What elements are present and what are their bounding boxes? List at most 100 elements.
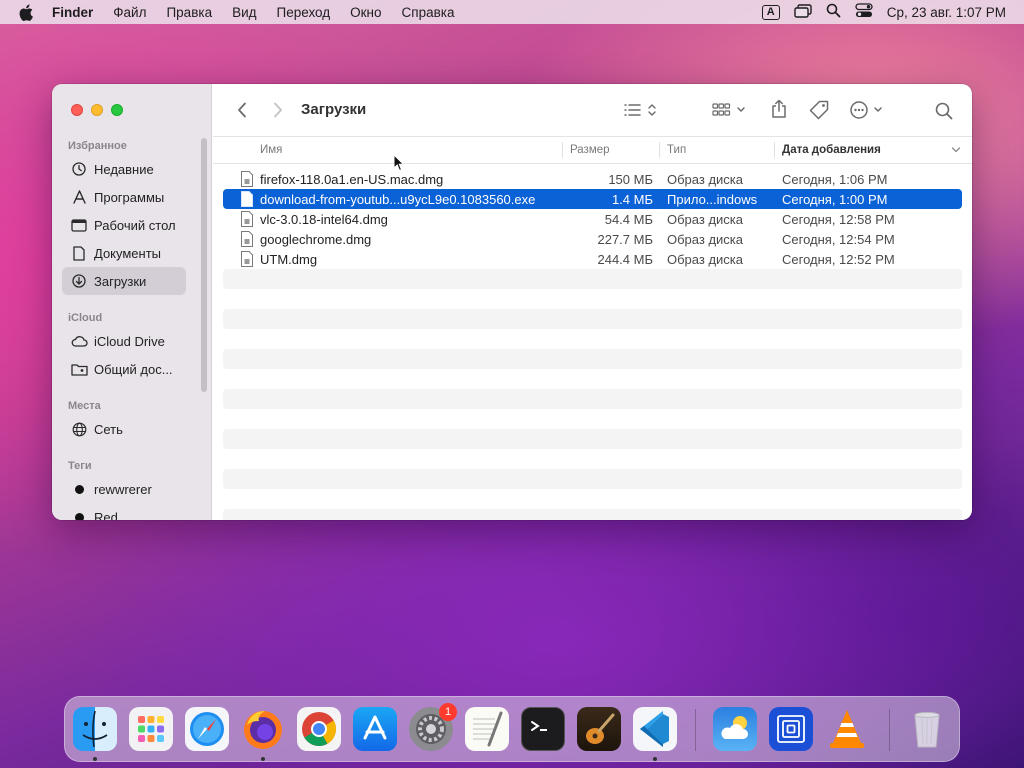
file-row[interactable]: UTM.dmg 244.4 МБ Образ диска Сегодня, 12… [223,249,962,269]
menu-edit[interactable]: Правка [156,5,222,20]
file-row[interactable]: download-from-youtub...u9ycL9e0.1083560.… [223,189,962,209]
utm-icon[interactable] [769,707,813,751]
running-indicator [261,757,265,761]
sidebar-item-icloud-drive[interactable]: iCloud Drive [62,327,186,355]
menu-view[interactable]: Вид [222,5,266,20]
terminal-icon[interactable] [521,707,565,751]
file-date-added: Сегодня, 12:54 PM [782,231,895,247]
chrome-icon[interactable] [297,707,341,751]
tag-icon[interactable] [807,98,831,122]
column-header-kind[interactable]: Тип [667,137,686,163]
file-kind: Образ диска [667,251,743,267]
file-date-added: Сегодня, 1:00 PM [782,191,888,207]
sort-chevron-icon[interactable] [951,137,961,163]
more-actions-icon[interactable] [849,98,887,122]
file-size: 150 МБ [608,171,653,187]
sidebar-section-favorites: Избранное [68,140,127,152]
textedit-icon[interactable] [465,707,509,751]
launchpad-icon[interactable] [129,707,173,751]
file-row[interactable]: vlc-3.0.18-intel64.dmg 54.4 МБ Образ дис… [223,209,962,229]
zoom-window-button[interactable] [111,104,123,116]
view-list-icon[interactable] [623,99,659,121]
sidebar-item-tag[interactable]: rewwrerer [62,475,186,503]
finder-window: Избранное Недавние Программы Рабочий сто… [52,84,972,520]
back-icon[interactable] [233,100,251,120]
file-date-added: Сегодня, 12:52 PM [782,251,895,267]
group-by-icon[interactable] [711,99,749,121]
applications-icon [70,190,88,204]
sidebar-item-recents[interactable]: Недавние [62,155,186,183]
file-kind: Прило...indows [667,191,758,207]
menu-window[interactable]: Окно [340,5,391,20]
system-settings-icon[interactable]: 1 [409,703,457,751]
file-row[interactable]: firefox-118.0a1.en-US.mac.dmg 150 МБ Обр… [223,169,962,189]
column-divider[interactable] [562,142,563,158]
empty-row [223,429,962,449]
file-row[interactable]: googlechrome.dmg 227.7 МБ Образ диска Се… [223,229,962,249]
finder-icon[interactable] [73,707,117,751]
sidebar-item-label: Рабочий стол [94,217,176,233]
column-header-name[interactable]: Имя [260,137,282,163]
sidebar-item-label: Недавние [94,161,154,177]
menu-clock[interactable]: Ср, 23 авг. 1:07 PM [887,5,1006,20]
download-icon [70,274,88,288]
empty-row [223,369,962,389]
running-indicator [653,757,657,761]
network-icon [70,422,88,437]
sidebar-item-desktop[interactable]: Рабочий стол [62,211,186,239]
sidebar-item-label: Red [94,509,118,521]
empty-row [223,449,962,469]
file-size: 1.4 МБ [611,191,653,207]
empty-row [223,309,962,329]
sidebar-item-tag[interactable]: Red [62,503,186,520]
screen-mirroring-icon[interactable] [794,3,812,21]
sidebar-item-label: Общий дос... [94,361,173,377]
vlc-icon[interactable] [825,707,869,751]
sidebar-item-label: Сеть [94,421,123,437]
spotlight-icon[interactable] [826,3,841,21]
sidebar-item-shared[interactable]: Общий дос... [62,355,186,383]
menu-bar: Finder Файл Правка Вид Переход Окно Спра… [0,0,1024,24]
weather-icon[interactable] [713,707,757,751]
menu-app-name[interactable]: Finder [52,5,103,20]
list-header: Имя Размер Тип Дата добавления [213,136,972,164]
sidebar-item-label: Программы [94,189,165,205]
running-indicator [93,757,97,761]
vscode-icon[interactable] [633,707,677,751]
sidebar-item-applications[interactable]: Программы [62,183,186,211]
apple-menu-icon[interactable] [0,4,52,21]
garageband-icon[interactable] [577,707,621,751]
menu-go[interactable]: Переход [267,5,341,20]
share-icon[interactable] [769,97,789,121]
dmg-file-icon [241,211,253,227]
forward-icon[interactable] [269,100,287,120]
column-header-size[interactable]: Размер [570,137,610,163]
column-header-date-added[interactable]: Дата добавления [782,137,881,163]
sidebar-item-documents[interactable]: Документы [62,239,186,267]
sidebar-scrollbar[interactable] [201,138,207,392]
control-center-icon[interactable] [855,3,873,21]
empty-row [223,329,962,349]
app-store-icon[interactable] [353,707,397,751]
column-divider[interactable] [774,142,775,158]
toolbar: Загрузки [213,84,972,136]
close-window-button[interactable] [71,104,83,116]
column-divider[interactable] [659,142,660,158]
firefox-icon[interactable] [241,707,285,751]
empty-row [223,489,962,509]
search-icon[interactable] [933,100,955,122]
menu-file[interactable]: Файл [103,5,156,20]
sidebar-item-downloads[interactable]: Загрузки [62,267,186,295]
menu-help[interactable]: Справка [392,5,465,20]
file-kind: Образ диска [667,231,743,247]
trash-icon[interactable] [905,707,949,751]
sidebar-item-label: rewwrerer [94,481,152,497]
sidebar-item-network[interactable]: Сеть [62,415,186,443]
clock-icon [70,162,88,176]
minimize-window-button[interactable] [91,104,103,116]
sidebar-section-locations: Места [68,400,101,412]
window-controls [71,104,123,116]
input-source-icon[interactable]: A [761,4,780,20]
file-size: 54.4 МБ [604,211,653,227]
safari-icon[interactable] [185,707,229,751]
